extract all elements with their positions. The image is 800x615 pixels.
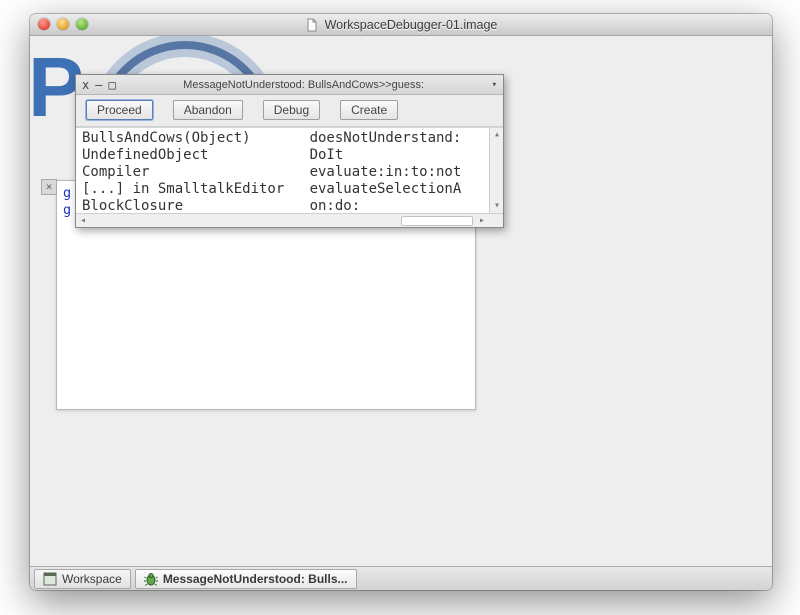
minimize-icon[interactable] — [57, 18, 69, 30]
workspace-icon — [43, 572, 57, 586]
bug-icon — [144, 572, 158, 586]
stack-rows[interactable]: BullsAndCows(Object) doesNotUnderstand: … — [76, 128, 503, 215]
debugger-minimize-button[interactable]: – — [95, 79, 102, 91]
debugger-maximize-button[interactable]: □ — [108, 79, 115, 91]
window-title: WorkspaceDebugger-01.image — [305, 18, 498, 32]
vertical-scrollbar[interactable]: ▴ ▾ — [489, 128, 503, 213]
taskbar-item-label: Workspace — [62, 572, 122, 586]
debugger-titlebar[interactable]: x – □ MessageNotUnderstood: BullsAndCows… — [76, 75, 503, 95]
document-icon — [305, 18, 319, 32]
debugger-window[interactable]: x – □ MessageNotUnderstood: BullsAndCows… — [75, 74, 504, 228]
taskbar: Workspace MessageNotUnderstood: Bulls... — [30, 566, 772, 590]
horizontal-scrollbar[interactable]: ◂ ▸ — [76, 213, 503, 227]
pharo-world[interactable]: P × g g x – □ MessageNotUnderstood: Bull… — [30, 36, 772, 590]
taskbar-item-label: MessageNotUnderstood: Bulls... — [163, 572, 348, 586]
zoom-icon[interactable] — [76, 18, 88, 30]
window-title-text: WorkspaceDebugger-01.image — [325, 18, 498, 32]
taskbar-item-debugger[interactable]: MessageNotUnderstood: Bulls... — [135, 569, 357, 589]
debug-button[interactable]: Debug — [263, 100, 320, 120]
mac-window: WorkspaceDebugger-01.image P × g g x – □… — [30, 14, 772, 590]
debugger-button-row: Proceed Abandon Debug Create — [76, 95, 503, 127]
debugger-close-button[interactable]: x — [82, 79, 89, 91]
debugger-title-text: MessageNotUnderstood: BullsAndCows>>gues… — [122, 79, 486, 91]
close-icon[interactable] — [38, 18, 50, 30]
scroll-left-icon[interactable]: ◂ — [76, 214, 90, 227]
mac-titlebar[interactable]: WorkspaceDebugger-01.image — [30, 14, 772, 36]
scroll-down-icon[interactable]: ▾ — [490, 199, 503, 213]
debugger-menu-icon[interactable]: ▾ — [492, 79, 497, 91]
scroll-up-icon[interactable]: ▴ — [490, 128, 503, 142]
workspace-close-button[interactable]: × — [41, 179, 57, 195]
traffic-lights — [38, 18, 88, 30]
scroll-thumb[interactable] — [401, 216, 473, 226]
scroll-right-icon[interactable]: ▸ — [475, 214, 489, 227]
taskbar-item-workspace[interactable]: Workspace — [34, 569, 131, 589]
create-button[interactable]: Create — [340, 100, 398, 120]
abandon-button[interactable]: Abandon — [173, 100, 243, 120]
proceed-button[interactable]: Proceed — [86, 100, 153, 120]
stack-list[interactable]: BullsAndCows(Object) doesNotUnderstand: … — [76, 127, 503, 227]
